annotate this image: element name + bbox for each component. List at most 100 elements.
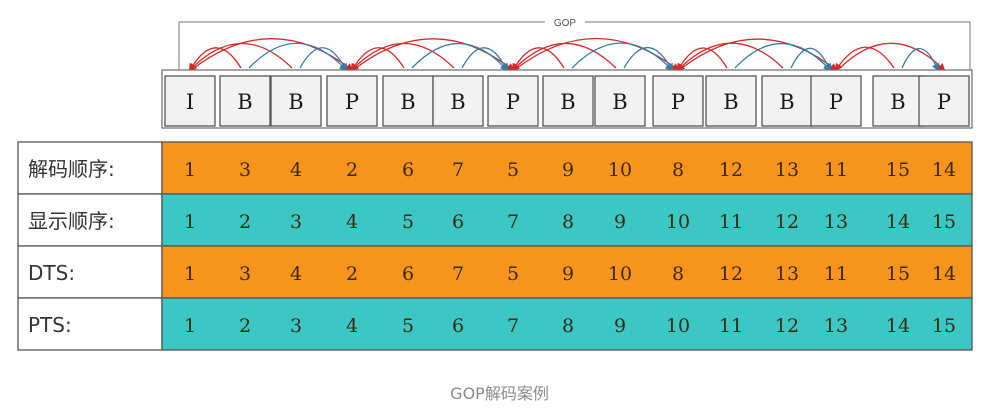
frame-cell: B — [270, 75, 322, 127]
row-value: 12 — [719, 159, 743, 181]
row-label: 解码顺序: — [28, 157, 115, 181]
frame-cell: B — [761, 75, 813, 127]
row-value: 4 — [346, 211, 358, 233]
row-value: 10 — [608, 159, 632, 181]
gop-diagram: GOP IBBPBBPBBPBBPBP 解码顺序: 1 3 4 2 6 7 5 9 10 8 12 13… — [17, 18, 973, 351]
frame-type-label: B — [237, 90, 252, 114]
frame-type-label: P — [829, 90, 843, 114]
row-value: 1 — [184, 263, 196, 285]
row-value: 10 — [666, 211, 690, 233]
row-value: 13 — [775, 159, 799, 181]
table-row: 解码顺序: 1 3 4 2 6 7 5 9 10 8 12 13 11 15 14 — [17, 141, 973, 195]
frame-type-label: P — [671, 90, 685, 114]
reference-arrow — [834, 46, 895, 72]
row-value: 6 — [452, 315, 464, 337]
table-row: 显示顺序: 1 2 3 4 5 6 7 8 9 10 11 12 13 14 15 — [17, 193, 973, 247]
row-value: 2 — [239, 211, 251, 233]
row-label: PTS: — [28, 313, 72, 337]
row-value: 7 — [507, 315, 519, 337]
frame-type-label: I — [186, 90, 194, 114]
frame-cell: B — [382, 75, 434, 127]
frame-cell: P — [326, 75, 378, 127]
frame-row: IBBPBBPBBPBBPBP — [161, 69, 973, 129]
reference-arrow — [790, 47, 832, 72]
row-value: 11 — [824, 263, 848, 285]
figure-caption: GOP解码案例 — [450, 384, 549, 403]
row-value: 5 — [507, 159, 519, 181]
row-value: 5 — [402, 315, 414, 337]
row-value: 15 — [932, 315, 956, 337]
row-value: 8 — [672, 159, 684, 181]
frame-type-label: P — [937, 90, 951, 114]
row-value: 6 — [402, 159, 414, 181]
row-value: 3 — [239, 159, 251, 181]
table-row: PTS: 1 2 3 4 5 6 7 8 9 10 11 12 13 14 15 — [17, 297, 973, 351]
frame-cell: B — [705, 75, 757, 127]
row-value: 4 — [290, 263, 302, 285]
row-value: 9 — [562, 159, 574, 181]
row-value: 13 — [775, 263, 799, 285]
row-value: 14 — [886, 315, 910, 337]
row-value: 14 — [932, 263, 956, 285]
frame-cell: P — [652, 75, 704, 127]
row-value: 2 — [346, 263, 358, 285]
row-value: 3 — [290, 315, 302, 337]
row-value: 7 — [507, 211, 519, 233]
frame-type-label: B — [890, 90, 905, 114]
frame-type-label: P — [345, 90, 359, 114]
frame-cell: B — [594, 75, 646, 127]
row-value: 13 — [824, 315, 848, 337]
frame-type-label: B — [612, 90, 627, 114]
order-table: 解码顺序: 1 3 4 2 6 7 5 9 10 8 12 13 11 15 14显示顺序: 1 2 3 4 5 6 7 8 9… — [17, 141, 973, 351]
row-value: 15 — [886, 159, 910, 181]
row-value: 6 — [402, 263, 414, 285]
row-value: 2 — [239, 315, 251, 337]
row-value: 14 — [932, 159, 956, 181]
dependency-arcs — [188, 37, 946, 72]
reference-arrow — [676, 42, 784, 72]
frame-cell: P — [918, 75, 970, 127]
frame-cell: B — [872, 75, 924, 127]
row-value: 8 — [562, 211, 574, 233]
reference-arrow — [188, 47, 242, 72]
row-value: 11 — [719, 211, 743, 233]
row-value: 15 — [886, 263, 910, 285]
row-value: 14 — [886, 211, 910, 233]
row-value: 1 — [184, 211, 196, 233]
row-value: 1 — [184, 159, 196, 181]
row-value: 9 — [562, 263, 574, 285]
table-row: DTS: 1 3 4 2 6 7 5 9 10 8 12 13 11 15 14 — [17, 245, 973, 299]
row-value: 9 — [614, 315, 626, 337]
gop-label: GOP — [554, 18, 577, 29]
frame-type-label: B — [288, 90, 303, 114]
frame-cell: B — [542, 75, 594, 127]
reference-arrow — [411, 42, 509, 72]
row-value: 7 — [452, 263, 464, 285]
row-value: 5 — [402, 211, 414, 233]
row-label: 显示顺序: — [28, 209, 115, 233]
reference-arrow — [350, 47, 405, 72]
row-value: 6 — [452, 211, 464, 233]
row-value: 10 — [608, 263, 632, 285]
frame-type-label: B — [723, 90, 738, 114]
frame-type-label: B — [560, 90, 575, 114]
frame-cell: P — [487, 75, 539, 127]
row-value: 3 — [239, 263, 251, 285]
frame-cell: P — [810, 75, 862, 127]
frame-type-label: B — [779, 90, 794, 114]
frame-cell: B — [432, 75, 484, 127]
row-value: 4 — [346, 315, 358, 337]
row-label: DTS: — [28, 261, 75, 285]
row-value: 15 — [932, 211, 956, 233]
row-value: 1 — [184, 315, 196, 337]
row-value: 2 — [346, 159, 358, 181]
reference-arrow — [734, 42, 832, 72]
frame-cell: I — [164, 75, 216, 127]
row-value: 12 — [775, 315, 799, 337]
row-value: 12 — [775, 211, 799, 233]
frame-type-label: B — [400, 90, 415, 114]
row-value: 8 — [562, 315, 574, 337]
row-value: 5 — [507, 263, 519, 285]
frame-cell: B — [219, 75, 271, 127]
row-value: 12 — [719, 263, 743, 285]
